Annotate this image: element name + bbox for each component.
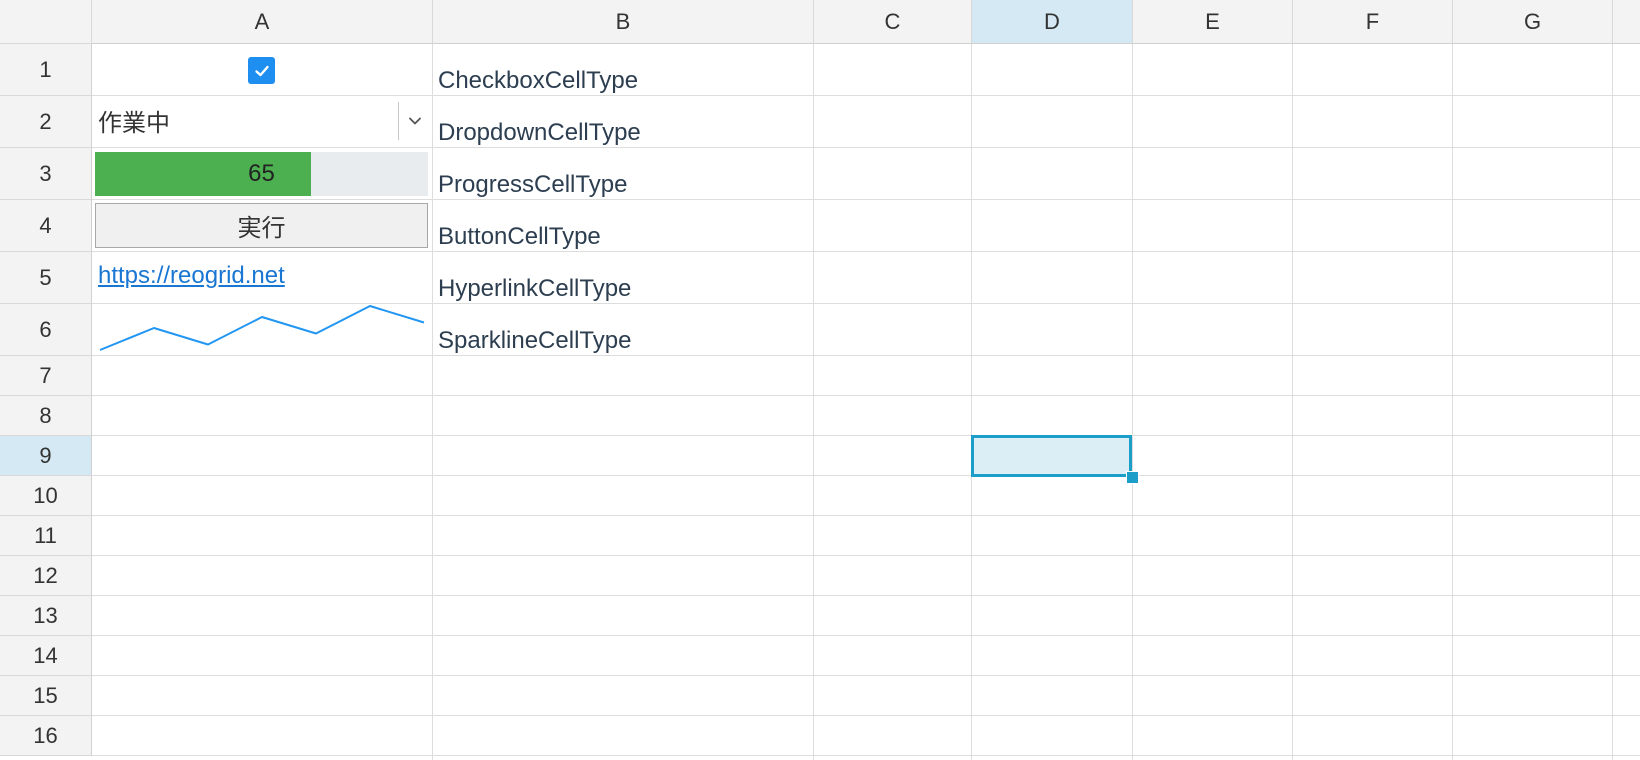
- row-header-12[interactable]: 12: [0, 556, 92, 596]
- grid-line: [92, 95, 1640, 96]
- sparkline-cell: [99, 305, 425, 351]
- row-header-3[interactable]: 3: [0, 148, 92, 200]
- cell-b6-label: SparklineCellType: [438, 327, 632, 354]
- dropdown-cell[interactable]: 作業中: [92, 97, 431, 144]
- row-header-10[interactable]: 10: [0, 476, 92, 516]
- hyperlink-cell[interactable]: https://reogrid.net: [98, 262, 285, 290]
- fill-handle[interactable]: [1126, 471, 1139, 484]
- grid-line: [92, 395, 1640, 396]
- row-header-13[interactable]: 13: [0, 596, 92, 636]
- grid-line: [1132, 44, 1133, 760]
- grid-line: [1292, 44, 1293, 760]
- row-header-7[interactable]: 7: [0, 356, 92, 396]
- row-header-6[interactable]: 6: [0, 304, 92, 356]
- selected-cell[interactable]: [971, 435, 1132, 477]
- grid-line: [92, 251, 1640, 252]
- column-header-b[interactable]: B: [433, 0, 814, 44]
- grid-line: [92, 515, 1640, 516]
- column-header-d[interactable]: D: [972, 0, 1133, 44]
- column-header-g[interactable]: G: [1453, 0, 1613, 44]
- spreadsheet-grid[interactable]: A B C D E F G 1 2 3 4 5 6 7 8 9 10 11 12…: [0, 0, 1640, 760]
- cell-b4-label: ButtonCellType: [438, 223, 601, 250]
- grid-line: [92, 555, 1640, 556]
- column-header-overflow[interactable]: [1613, 0, 1640, 44]
- column-header-e[interactable]: E: [1133, 0, 1293, 44]
- grid-line: [92, 435, 1640, 436]
- cell-b1-label: CheckboxCellType: [438, 67, 639, 94]
- column-header-a[interactable]: A: [92, 0, 433, 44]
- execute-button[interactable]: 実行: [95, 203, 428, 248]
- grid-line: [92, 635, 1640, 636]
- grid-line: [92, 715, 1640, 716]
- grid-line: [1612, 44, 1613, 760]
- row-header-16[interactable]: 16: [0, 716, 92, 756]
- progress-cell: 65: [95, 152, 428, 196]
- row-header-14[interactable]: 14: [0, 636, 92, 676]
- chevron-down-icon[interactable]: [399, 102, 431, 140]
- row-header-11[interactable]: 11: [0, 516, 92, 556]
- row-header-9[interactable]: 9: [0, 436, 92, 476]
- grid-line: [92, 147, 1640, 148]
- cell-b5-label: HyperlinkCellType: [438, 275, 632, 302]
- grid-line: [813, 44, 814, 760]
- sparkline-line: [99, 305, 425, 351]
- row-header-15[interactable]: 15: [0, 676, 92, 716]
- grid-line: [92, 755, 1640, 756]
- dropdown-value: 作業中: [98, 110, 170, 137]
- row-header-2[interactable]: 2: [0, 96, 92, 148]
- check-icon: [254, 65, 269, 76]
- select-all-corner[interactable]: [0, 0, 92, 44]
- grid-line: [92, 475, 1640, 476]
- grid-line: [1452, 44, 1453, 760]
- grid-line: [92, 199, 1640, 200]
- cell-b2-label: DropdownCellType: [438, 119, 641, 146]
- grid-line: [92, 595, 1640, 596]
- row-header-5[interactable]: 5: [0, 252, 92, 304]
- grid-line: [92, 675, 1640, 676]
- row-header-4[interactable]: 4: [0, 200, 92, 252]
- progress-label: 65: [248, 160, 275, 187]
- checkbox-cell[interactable]: [248, 57, 275, 84]
- row-header-1[interactable]: 1: [0, 44, 92, 96]
- cell-b3-label: ProgressCellType: [438, 171, 628, 198]
- column-header-c[interactable]: C: [814, 0, 972, 44]
- grid-line: [971, 44, 972, 760]
- grid-line: [432, 44, 433, 760]
- column-header-f[interactable]: F: [1293, 0, 1453, 44]
- row-header-8[interactable]: 8: [0, 396, 92, 436]
